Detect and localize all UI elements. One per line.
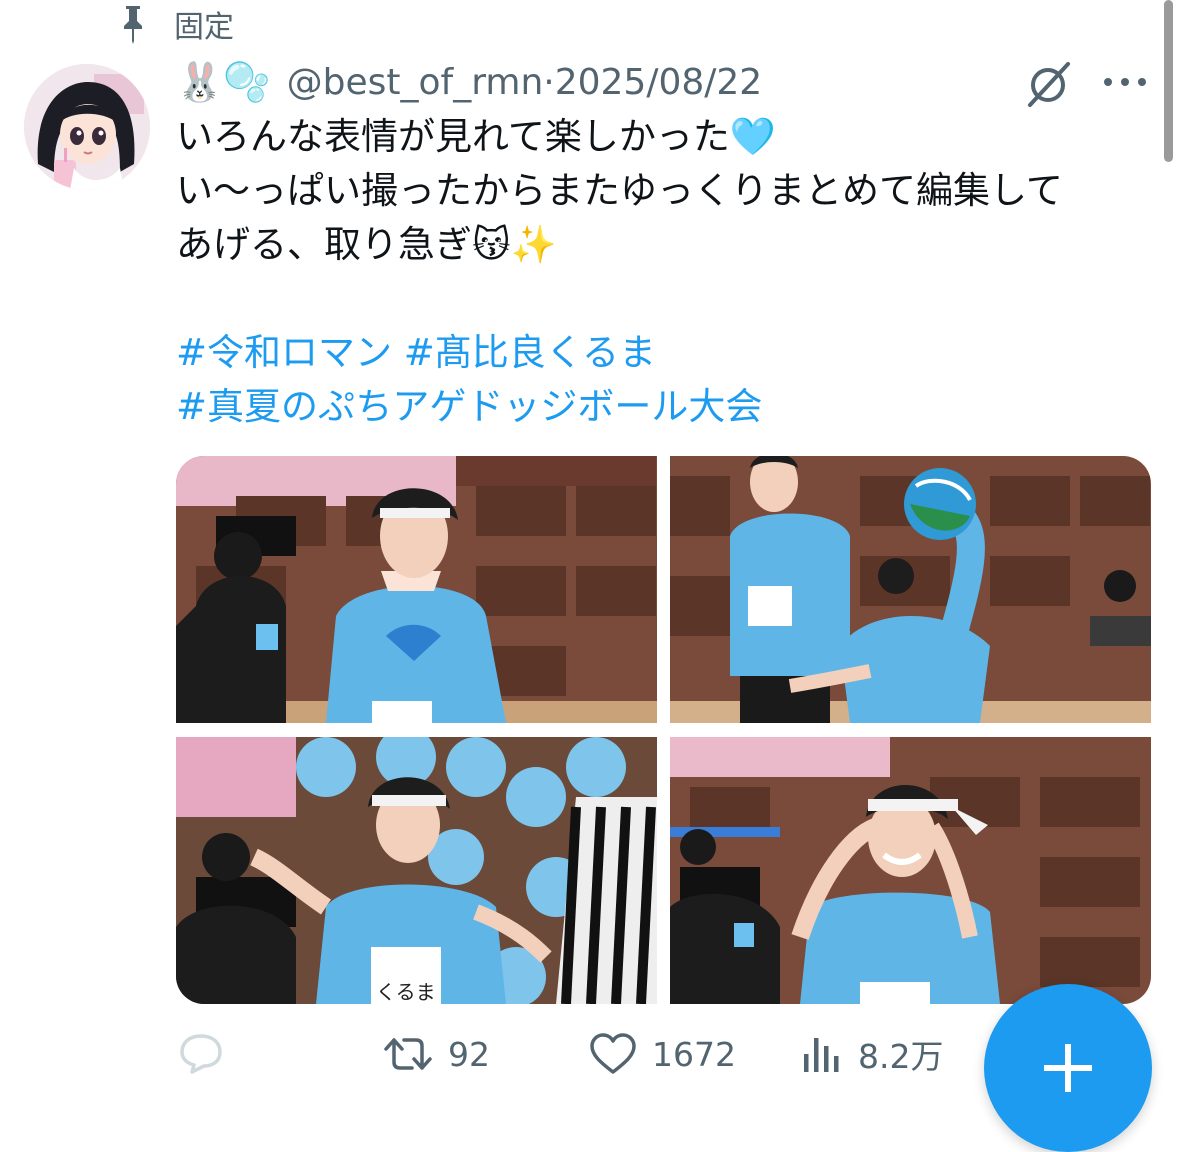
views-count: 8.2万 <box>858 1037 944 1076</box>
user-handle[interactable]: @best_of_rmn <box>287 62 544 103</box>
display-name[interactable]: 🐰🫧 <box>176 60 271 105</box>
hashtag-line-1[interactable]: #令和ロマン #髙比良くるま <box>176 326 1136 380</box>
tweet-text-line-3: あげる、取り急ぎ😽✨ <box>176 223 557 266</box>
heart-icon <box>590 1033 636 1074</box>
avatar[interactable] <box>24 64 150 190</box>
bib-text: くるま <box>376 982 436 1004</box>
photo-4[interactable] <box>670 737 1151 1004</box>
tweet-text-line-1: いろんな表情が見れて楽しかった🩵 <box>176 115 776 158</box>
header-separator: · <box>543 61 555 103</box>
reply-icon <box>180 1034 222 1074</box>
photo-3[interactable]: くるま <box>176 737 657 1004</box>
pinned-indicator: 固定 <box>118 4 234 45</box>
scrollbar[interactable] <box>1164 0 1173 162</box>
like-count: 1672 <box>652 1034 736 1074</box>
more-icon[interactable] <box>1100 70 1150 94</box>
grok-icon[interactable] <box>1022 58 1074 110</box>
retweet-icon <box>384 1038 432 1070</box>
views-button[interactable]: 8.2万 <box>800 1022 943 1086</box>
reply-button[interactable] <box>176 1022 240 1086</box>
pinned-label: 固定 <box>174 10 234 45</box>
retweet-count: 92 <box>448 1034 490 1074</box>
tweet-text: いろんな表情が見れて楽しかった🩵 い〜っぱい撮ったからまたゆっくりまとめて編集し… <box>176 110 1136 434</box>
tweet-date[interactable]: 2025/08/22 <box>555 62 763 103</box>
avatar-illustration <box>24 64 150 190</box>
plus-icon <box>1044 1044 1092 1092</box>
retweet-button[interactable]: 92 <box>382 1022 490 1086</box>
pin-icon <box>124 6 142 44</box>
tweet-actions: 92 1672 8.2万 <box>176 1022 976 1086</box>
photo-1[interactable] <box>176 456 657 723</box>
media-grid: くるま <box>176 456 1151 1004</box>
views-icon <box>804 1038 839 1072</box>
photo-2[interactable] <box>670 456 1151 723</box>
compose-button[interactable] <box>984 984 1152 1152</box>
tweet-header: 🐰🫧 @best_of_rmn · 2025/08/22 <box>176 56 762 108</box>
hashtag-line-2[interactable]: #真夏のぷちアゲドッジボール大会 <box>176 380 1136 434</box>
like-button[interactable]: 1672 <box>588 1022 736 1086</box>
tweet-text-line-2: い〜っぱい撮ったからまたゆっくりまとめて編集して <box>176 169 1063 212</box>
